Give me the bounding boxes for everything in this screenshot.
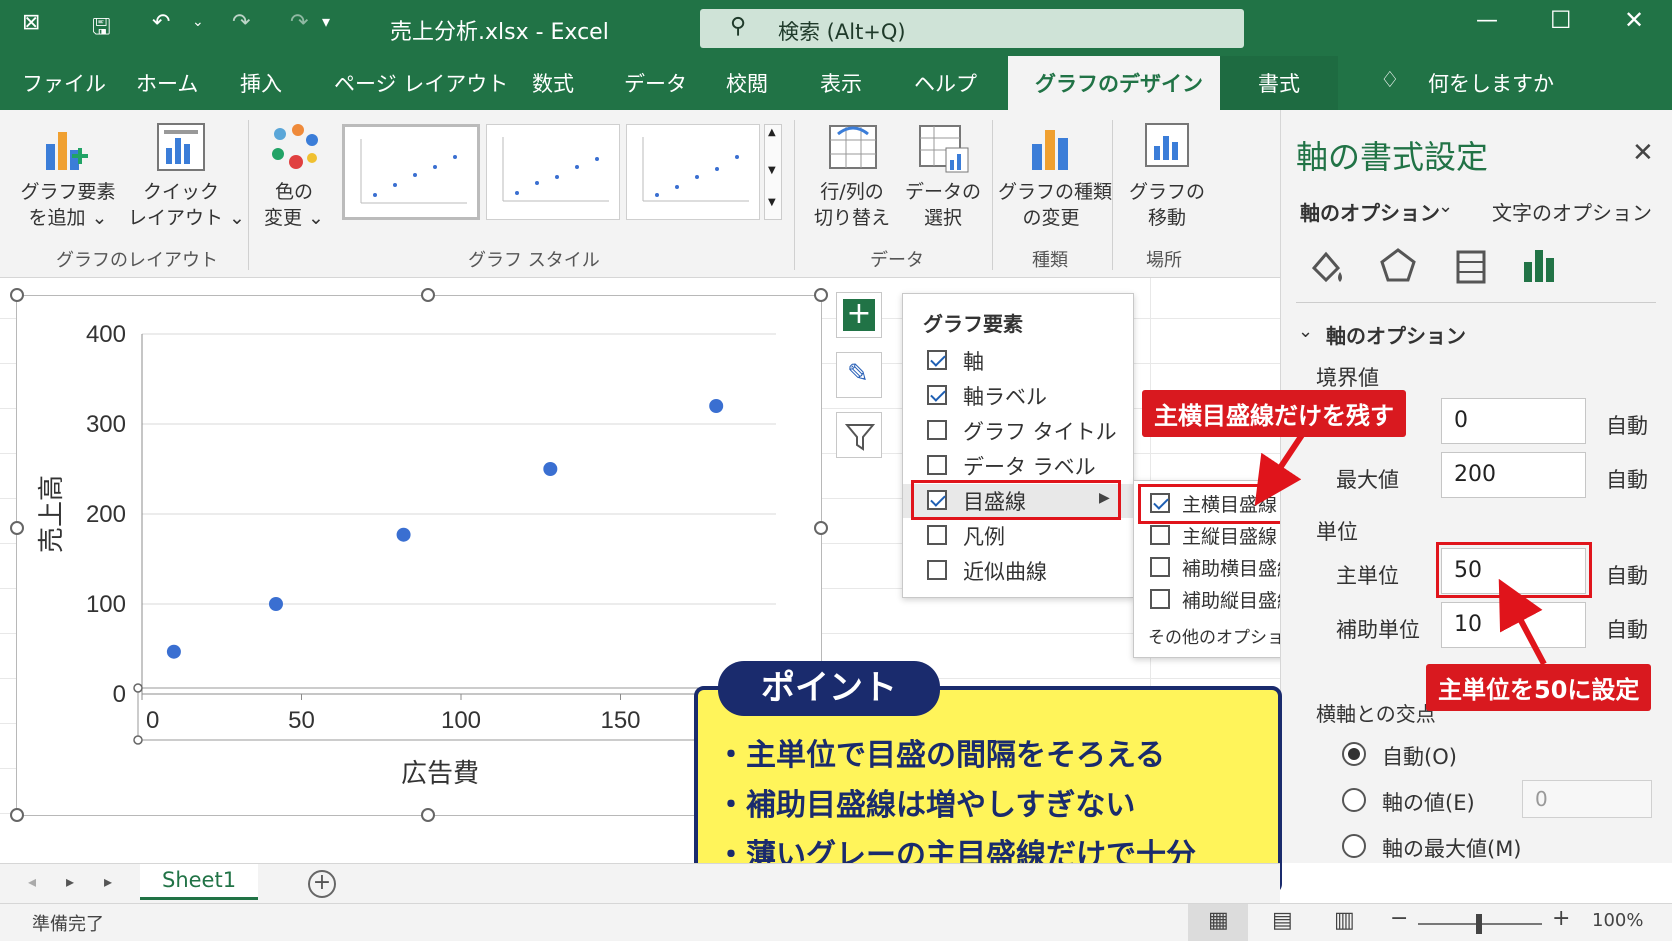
point-line: ・補助目盛線は増やしすぎない (716, 788, 1136, 823)
normal-view-icon: ▦ (1208, 908, 1229, 933)
status-bar: 準備完了 ▦ ▤ ▥ − + 100% (0, 903, 1672, 941)
point-line: ・主単位で目盛の間隔をそろえる (716, 738, 1166, 773)
callout-keep-major-horizontal: 主横目盛線だけを残す (1142, 390, 1406, 437)
zoom-in-icon[interactable]: + (1552, 906, 1570, 931)
scroll-first-sheet-icon[interactable]: ◂ (28, 872, 36, 891)
add-sheet-button[interactable]: + (308, 870, 336, 898)
sheet-tab-label: Sheet1 (162, 868, 237, 892)
status-ready: 準備完了 (32, 914, 104, 935)
sheet-tabs-bar: ◂ ▸ ▸ Sheet1 + (0, 863, 1280, 903)
zoom-out-icon[interactable]: − (1390, 906, 1408, 931)
scroll-prev-sheet-icon[interactable]: ▸ (66, 872, 74, 891)
page-layout-view-icon[interactable]: ▤ (1272, 908, 1293, 933)
normal-view-button[interactable]: ▦ (1188, 904, 1248, 941)
zoom-slider-thumb[interactable] (1476, 914, 1482, 934)
scroll-next-sheet-icon[interactable]: ▸ (104, 872, 112, 891)
point-heading: ポイント (718, 661, 940, 716)
callout-set-major-unit: 主単位を50に設定 (1426, 664, 1652, 711)
zoom-level[interactable]: 100% (1592, 910, 1643, 931)
page-break-view-icon[interactable]: ▥ (1334, 908, 1355, 933)
sheet-tab-active[interactable]: Sheet1 (140, 864, 258, 900)
